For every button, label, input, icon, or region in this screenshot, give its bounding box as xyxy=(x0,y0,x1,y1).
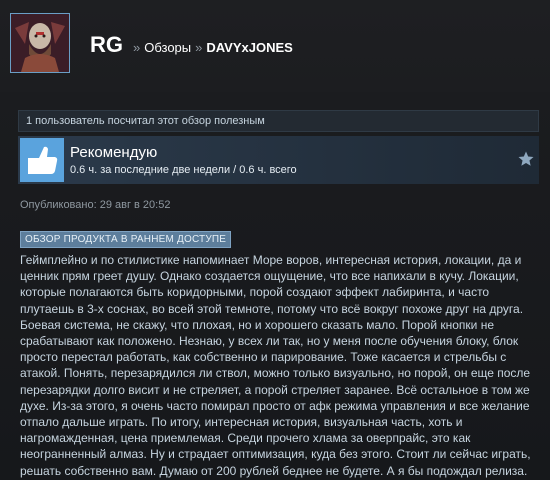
game-link[interactable]: DAVYxJONES xyxy=(206,40,292,55)
helpful-count: 1 пользователь посчитал этот обзор полез… xyxy=(18,110,539,132)
recommendation-title: Рекомендую xyxy=(70,144,158,161)
review-text: Геймплейно и по стилистике напоминает Мо… xyxy=(20,253,531,478)
recommendation-box: Рекомендую 0.6 ч. за последние две недел… xyxy=(18,136,539,184)
star-icon[interactable] xyxy=(517,150,535,168)
breadcrumb: RG » Обзоры » DAVYxJONES xyxy=(90,32,293,58)
avatar[interactable] xyxy=(10,13,70,73)
posted-date: Опубликовано: 29 авг в 20:52 xyxy=(20,199,171,211)
early-access-badge: ОБЗОР ПРОДУКТА В РАННЕМ ДОСТУПЕ xyxy=(20,231,232,248)
thumbs-up-icon xyxy=(20,138,64,182)
breadcrumb-separator: » xyxy=(195,40,203,55)
username-link[interactable]: RG xyxy=(90,32,123,58)
breadcrumb-separator: » xyxy=(133,40,141,55)
reviews-link[interactable]: Обзоры xyxy=(144,40,191,55)
avatar-image xyxy=(11,14,69,72)
review-panel: 1 пользователь посчитал этот обзор полез… xyxy=(0,92,550,480)
playtime-hours: 0.6 ч. за последние две недели / 0.6 ч. … xyxy=(70,164,297,176)
profile-header: RG » Обзоры » DAVYxJONES xyxy=(0,0,550,92)
